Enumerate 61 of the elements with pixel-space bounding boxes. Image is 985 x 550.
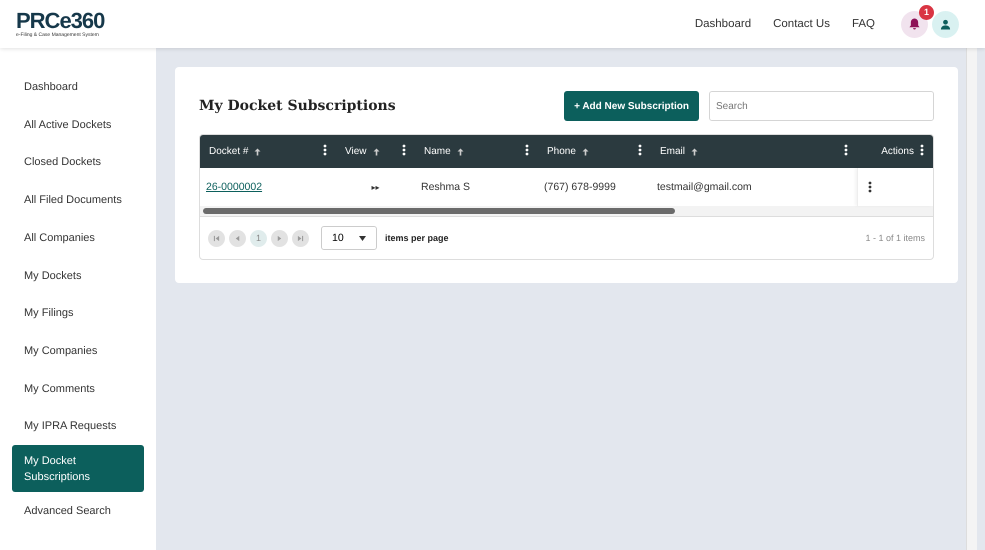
column-header[interactable]: Actions — [881, 146, 914, 157]
user-button[interactable] — [932, 10, 959, 38]
logo-wordmark: PRCe360 — [16, 10, 104, 32]
nav-link[interactable]: Contact Us — [773, 18, 830, 30]
kebab-icon[interactable] — [844, 144, 848, 156]
sort-arrow-icon[interactable] — [456, 148, 464, 156]
sidebar-item[interactable]: My Comments — [12, 370, 144, 408]
page-scrollbar[interactable] — [966, 48, 977, 550]
kebab-icon[interactable] — [638, 144, 642, 156]
view-button[interactable]: ▸▸ — [372, 182, 380, 192]
previous-page-icon — [234, 234, 241, 242]
nav-link[interactable]: FAQ — [852, 18, 875, 30]
previous-page-button[interactable] — [229, 230, 246, 246]
sidebar-item[interactable]: My Filings — [12, 294, 144, 332]
next-page-button[interactable] — [271, 230, 288, 246]
column-header[interactable]: Email — [660, 146, 686, 157]
sidebar-item[interactable]: My Docket Subscriptions — [12, 445, 144, 492]
add-subscription-button[interactable]: + Add New Subscription — [564, 91, 699, 121]
notifications-button[interactable] — [901, 10, 928, 38]
column-header[interactable]: Phone — [547, 146, 576, 157]
last-page-button[interactable] — [292, 230, 309, 246]
column-header[interactable]: Docket # — [209, 146, 248, 157]
person-icon — [940, 18, 951, 30]
sidebar-item[interactable]: Dashboard — [12, 68, 144, 106]
column-header[interactable]: Name — [424, 146, 451, 157]
sidebar-item[interactable]: All Filed Documents — [12, 181, 144, 219]
bell-icon — [909, 18, 920, 30]
sort-arrow-icon[interactable] — [582, 148, 589, 156]
sidebar-item[interactable]: Closed Dockets — [12, 143, 144, 182]
sidebar-item[interactable]: My Companies — [12, 332, 144, 370]
kebab-icon[interactable] — [868, 181, 872, 193]
table-cell: Reshma S — [421, 181, 470, 193]
table-cell: testmail@gmail.com — [657, 181, 752, 193]
column-header[interactable]: View — [345, 146, 366, 157]
kebab-icon[interactable] — [525, 144, 529, 156]
last-page-icon — [297, 234, 304, 242]
next-page-icon — [276, 234, 283, 242]
table-cell: (767) 678-9999 — [544, 181, 616, 193]
sidebar-item[interactable]: My Dockets — [12, 256, 144, 294]
kebab-icon[interactable] — [323, 144, 327, 156]
page-size-label: items per page — [385, 233, 449, 243]
sidebar-item[interactable]: Advanced Search — [12, 492, 144, 530]
notification-count: 1 — [919, 4, 934, 20]
sidebar-item[interactable]: All Companies — [12, 218, 144, 257]
search-field[interactable]: Search — [709, 91, 934, 121]
nav-link[interactable]: Dashboard — [694, 18, 752, 30]
sort-arrow-icon[interactable] — [372, 148, 380, 156]
horizontal-scrollbar[interactable] — [200, 206, 933, 217]
kebab-icon[interactable] — [402, 144, 406, 156]
first-page-button[interactable] — [208, 230, 225, 246]
sidebar-item[interactable]: All Active Dockets — [12, 106, 144, 144]
docket-link[interactable]: 26-0000002 — [206, 181, 262, 193]
pager-summary: 1 - 1 of 1 items — [865, 233, 925, 243]
sort-arrow-icon[interactable] — [691, 148, 698, 156]
sidebar-item[interactable]: My IPRA Requests — [12, 408, 144, 446]
first-page-icon — [213, 234, 220, 242]
kebab-icon[interactable] — [920, 144, 924, 156]
page-title: My Docket Subscriptions — [199, 98, 396, 114]
sort-arrow-icon[interactable] — [254, 148, 262, 156]
page-size-dropdown[interactable]: 10 — [321, 226, 377, 250]
caret-icon — [359, 236, 366, 240]
